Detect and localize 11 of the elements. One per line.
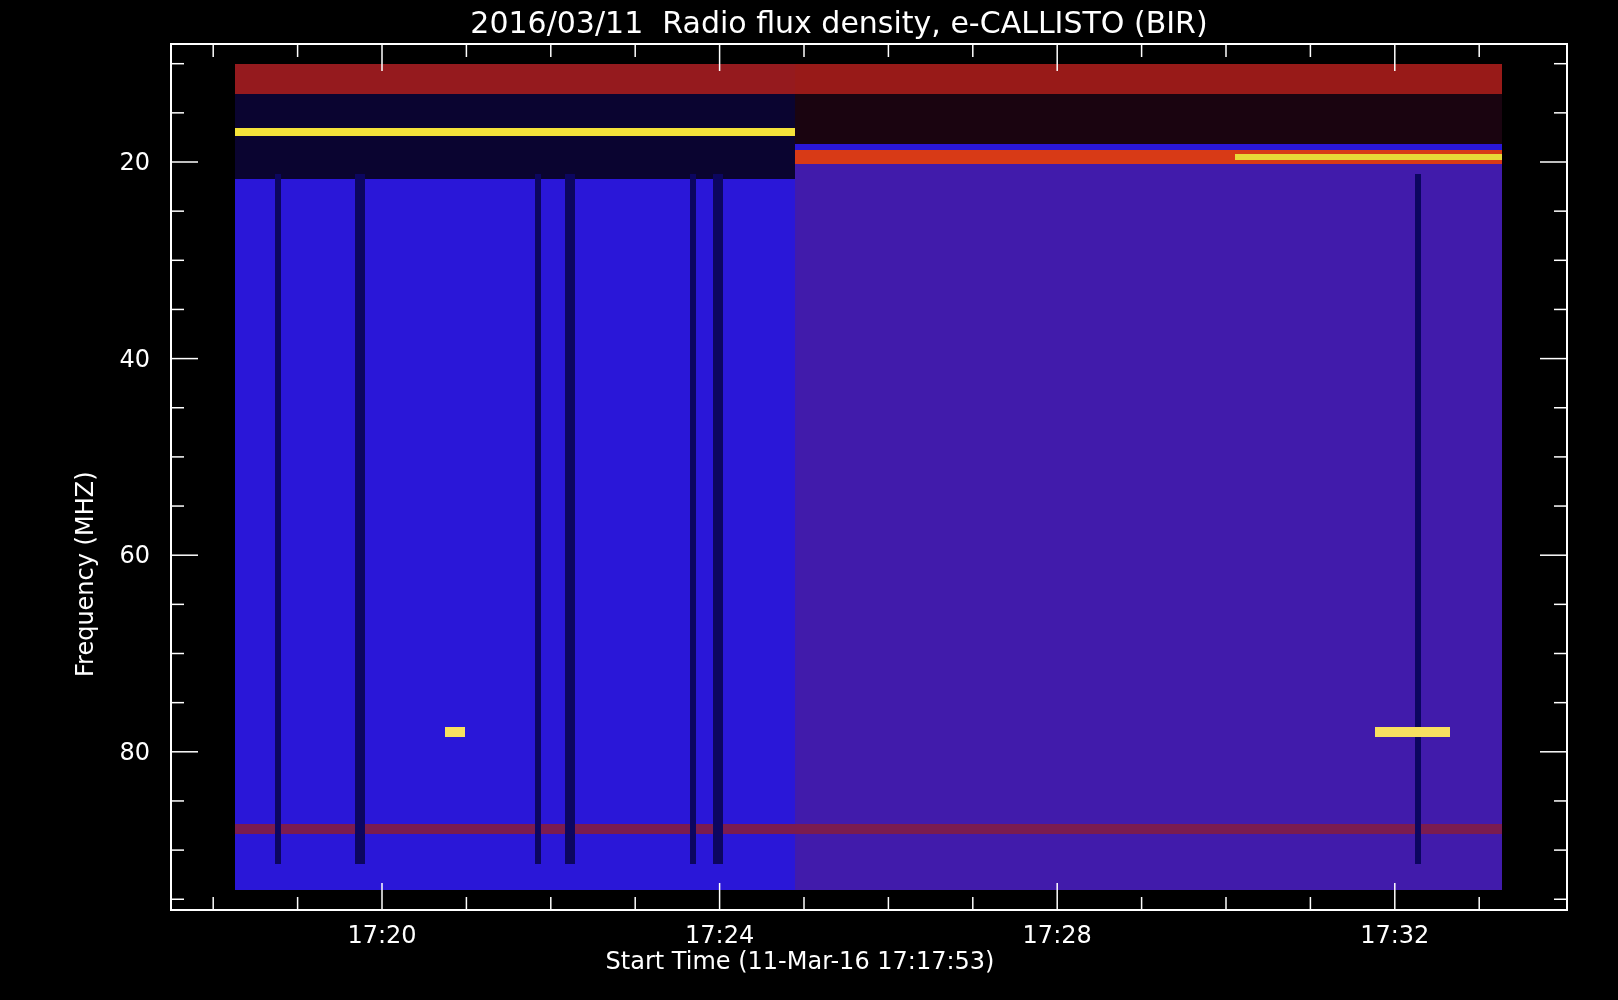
x-tick-label: 17:20 [346, 921, 418, 949]
y-tick-label: 20 [118, 148, 150, 176]
y-tick-label: 60 [118, 541, 150, 570]
y-tick-label: 80 [118, 737, 150, 766]
y-axis-label: Frequency (MHZ) [71, 470, 99, 677]
x-tick-label: 17:28 [1021, 921, 1093, 949]
chart-title: 2016/03/11 Radio flux density, e-CALLISTO (BIR) [470, 4, 1208, 42]
x-tick-label: 17:32 [1359, 921, 1431, 949]
x-tick-label: 17:24 [684, 921, 756, 949]
x-axis-label: Start Time (11-Mar-16 17:17:53) [604, 947, 996, 975]
y-tick-label: 40 [118, 344, 150, 373]
